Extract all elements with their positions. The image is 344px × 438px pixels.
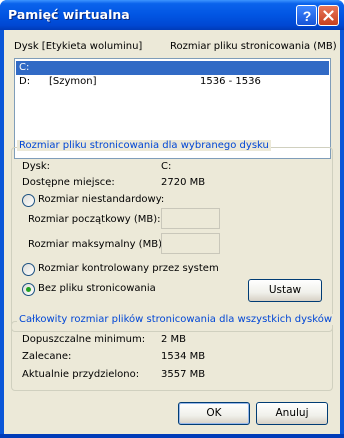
- system-managed-radio[interactable]: [22, 263, 35, 276]
- cancel-button[interactable]: Anuluj: [256, 402, 328, 425]
- max-size-input[interactable]: [161, 233, 220, 254]
- set-button[interactable]: Ustaw: [248, 279, 322, 302]
- free-space-value: 2720 MB: [161, 177, 206, 188]
- help-icon: ?: [302, 9, 311, 23]
- window-title: Pamięć wirtualna: [8, 7, 130, 22]
- volume-label: [Szymon]: [49, 76, 97, 87]
- close-button[interactable]: [318, 5, 339, 26]
- size-column-header: Rozmiar pliku stronicowania (MB): [170, 41, 337, 52]
- close-icon: [323, 10, 334, 21]
- min-label: Dopuszczalne minimum:: [22, 334, 146, 345]
- dialog-window: Pamięć wirtualna ? Dysk [Etykieta wolumi…: [0, 0, 344, 438]
- svg-text:?: ?: [302, 9, 311, 23]
- drive-letter: D:: [19, 76, 31, 87]
- total-size-group-title: Całkowity rozmiar plików stronicowania d…: [17, 314, 335, 325]
- drive-row-d[interactable]: D: [Szymon] 1536 - 1536: [16, 75, 329, 89]
- custom-size-radio[interactable]: [22, 194, 35, 207]
- custom-size-label: Rozmiar niestandardowy:: [38, 194, 165, 205]
- dialog-body: Dysk [Etykieta woluminu] Rozmiar pliku s…: [4, 30, 340, 434]
- ok-button[interactable]: OK: [178, 402, 250, 425]
- title-bar[interactable]: Pamięć wirtualna ?: [0, 0, 344, 30]
- selected-drive-group-title: Rozmiar pliku stronicowania dla wybraneg…: [17, 140, 271, 151]
- recommended-label: Zalecane:: [22, 351, 72, 362]
- radio-checked-dot: [26, 287, 31, 292]
- allocated-value: 3557 MB: [161, 369, 206, 380]
- drive-label: Dysk:: [22, 161, 50, 172]
- window-bottom-border: [0, 434, 344, 438]
- initial-size-label: Rozmiar początkowy (MB):: [28, 214, 161, 225]
- recommended-value: 1534 MB: [161, 351, 206, 362]
- no-paging-radio[interactable]: [22, 283, 35, 296]
- max-size-label: Rozmiar maksymalny (MB):: [28, 239, 166, 250]
- drive-letter: C:: [19, 62, 30, 73]
- paging-size: 1536 - 1536: [200, 76, 261, 87]
- free-space-label: Dostępne miejsce:: [22, 177, 115, 188]
- no-paging-label: Bez pliku stronicowania: [38, 283, 156, 294]
- allocated-label: Aktualnie przydzielono:: [22, 369, 140, 380]
- min-value: 2 MB: [161, 334, 187, 345]
- initial-size-input[interactable]: [161, 208, 220, 229]
- drive-column-header: Dysk [Etykieta woluminu]: [14, 41, 143, 52]
- help-button[interactable]: ?: [296, 5, 317, 26]
- drive-value: C:: [161, 161, 172, 172]
- drive-row-c[interactable]: C:: [16, 61, 329, 75]
- system-managed-label: Rozmiar kontrolowany przez system: [38, 263, 219, 274]
